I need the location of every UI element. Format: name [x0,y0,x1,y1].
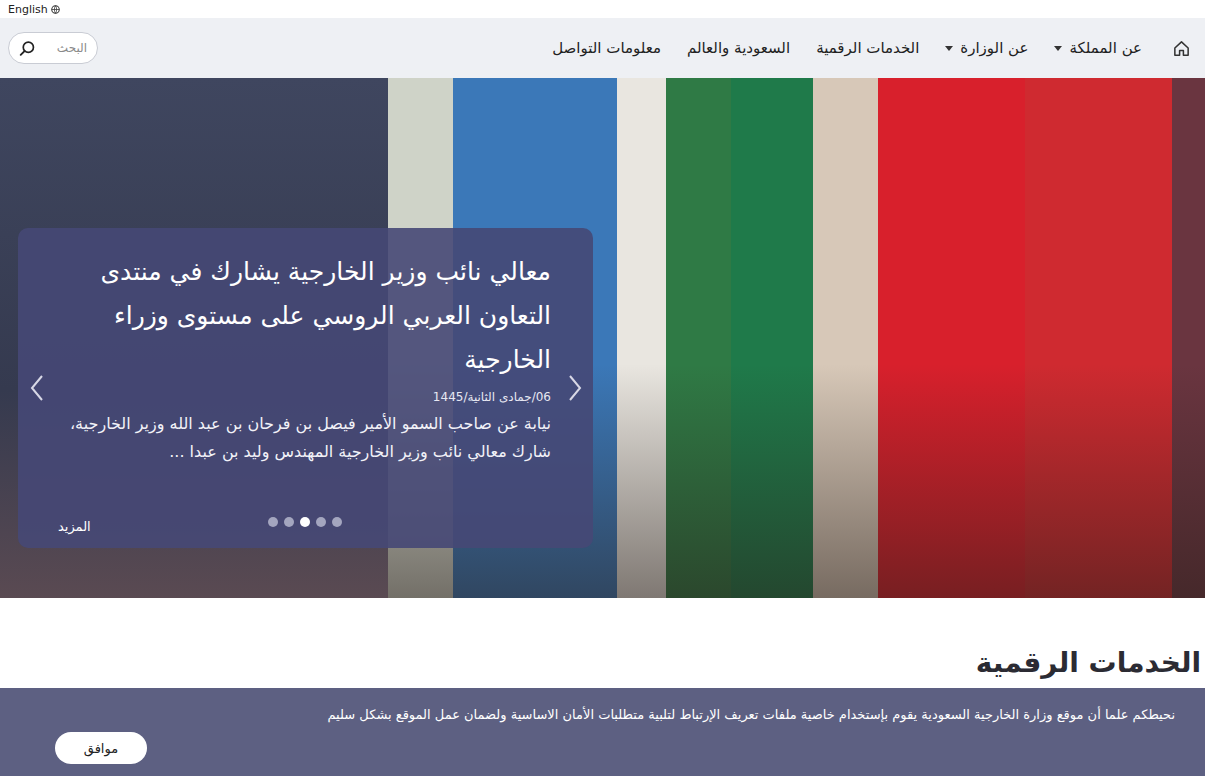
section-title: الخدمات الرقمية [0,646,1201,679]
slide-dot[interactable] [284,517,294,527]
slide-dots [268,517,342,527]
slide-dot[interactable] [300,517,310,527]
accept-button[interactable]: موافق [55,732,147,764]
cookie-text: نحيطكم علما أن موقع وزارة الخارجية السعو… [327,706,1175,724]
globe-icon [51,5,60,14]
more-link[interactable]: المزيد [58,519,91,534]
nav-item[interactable]: عن المملكة [1054,39,1142,57]
nav-menu: عن المملكة عن الوزارة الخدمات الرقمية ال… [552,39,1191,58]
page: English عن المملكة عن الوزارة الخدمات ال… [0,0,1205,776]
cookie-banner: نحيطكم علما أن موقع وزارة الخارجية السعو… [0,688,1205,776]
nav-item[interactable]: معلومات التواصل [552,39,661,57]
slide-title[interactable]: معالي نائب وزير الخارجية يشارك في منتدى … [58,250,551,382]
hero-slider: معالي نائب وزير الخارجية يشارك في منتدى … [0,78,1205,598]
caret-icon [945,46,953,51]
chevron-left-icon[interactable] [30,374,44,402]
slide-dot[interactable] [332,517,342,527]
chevron-right-icon[interactable] [568,374,582,402]
search-icon [19,40,36,57]
search-field[interactable]: البحث [8,32,98,64]
home-icon[interactable] [1172,39,1191,58]
slide-dot[interactable] [316,517,326,527]
slide-card: معالي نائب وزير الخارجية يشارك في منتدى … [18,228,593,548]
top-bar: English [0,0,1205,18]
slide-dot[interactable] [268,517,278,527]
slide-date: 06/جمادى الثانية/1445 [58,390,551,404]
caret-icon [1054,46,1062,51]
nav-item[interactable]: الخدمات الرقمية [816,39,919,57]
nav-item[interactable]: عن الوزارة [945,39,1028,57]
nav-item[interactable]: السعودية والعالم [687,39,790,57]
slide-excerpt: نيابة عن صاحب السمو الأمير فيصل بن فرحان… [58,410,551,466]
main-nav: عن المملكة عن الوزارة الخدمات الرقمية ال… [0,18,1205,78]
language-link[interactable]: English [8,3,60,16]
